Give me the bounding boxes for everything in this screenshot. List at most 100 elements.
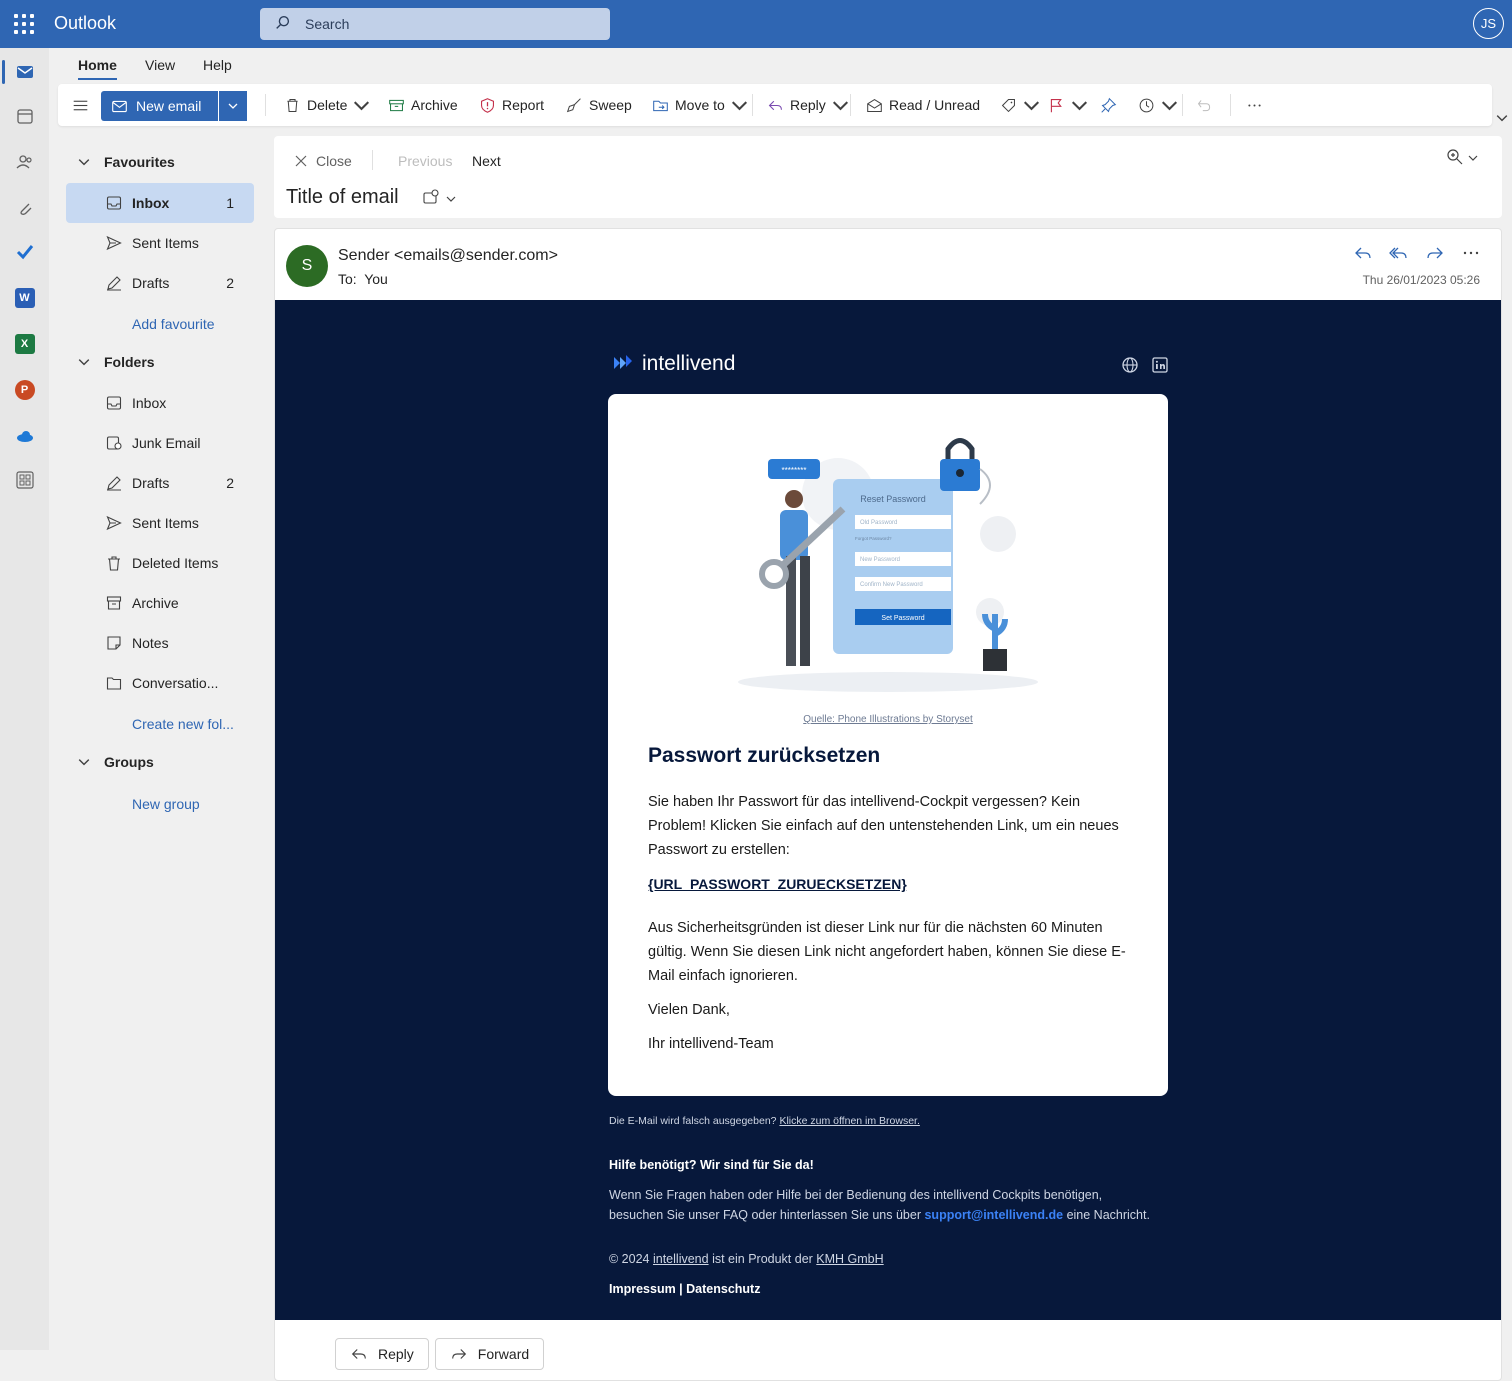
chevron-down-icon[interactable] <box>446 194 456 204</box>
unread-count: 1 <box>226 195 234 211</box>
sidebar-item-drafts[interactable]: Drafts 2 <box>66 463 254 503</box>
excel-icon[interactable]: X <box>0 324 49 364</box>
create-new-folder-link[interactable]: Create new fol... <box>132 716 234 732</box>
sidebar-item-deleted-items[interactable]: Deleted Items <box>66 543 254 583</box>
folder-label: Drafts <box>132 275 170 291</box>
summary-icon[interactable] <box>422 188 440 206</box>
brand-logo-icon <box>614 355 632 369</box>
onedrive-icon[interactable] <box>0 416 49 456</box>
pencil-icon <box>107 276 121 291</box>
sidebar-item-drafts[interactable]: Drafts 2 <box>66 263 254 303</box>
chevron-down-icon[interactable] <box>1468 153 1478 163</box>
sidebar-item-inbox[interactable]: Inbox 1 <box>66 183 254 223</box>
open-in-browser-link[interactable]: Klicke zum öffnen im Browser. <box>779 1115 919 1127</box>
chevron-down-icon[interactable] <box>353 97 370 114</box>
archive-icon <box>389 99 404 111</box>
app-launcher-icon[interactable] <box>14 14 34 34</box>
sidebar-item-junk-email[interactable]: Junk Email <box>66 423 254 463</box>
search-box[interactable]: Search <box>260 8 610 40</box>
company-link[interactable]: KMH GmbH <box>816 1252 883 1266</box>
brand-logo[interactable]: intellivend <box>612 352 735 376</box>
zoom-icon[interactable] <box>1446 148 1464 166</box>
tab-home[interactable]: Home <box>78 57 117 80</box>
hamburger-icon[interactable] <box>72 92 89 118</box>
todo-icon[interactable] <box>0 232 49 272</box>
pin-icon <box>1101 97 1117 113</box>
more-options-icon[interactable] <box>1246 92 1263 118</box>
reset-password-link[interactable]: {URL_PASSWORT_ZURUECKSETZEN} <box>648 876 907 892</box>
pin-button[interactable] <box>1100 92 1117 118</box>
intellivend-link[interactable]: intellivend <box>653 1252 709 1266</box>
image-credit-link[interactable]: Quelle: Phone Illustrations by Storyset <box>608 714 1168 725</box>
groups-header[interactable]: Groups <box>78 754 154 770</box>
legal-links-text[interactable]: Impressum | Datenschutz <box>609 1282 760 1296</box>
snooze-button[interactable] <box>1138 92 1178 118</box>
search-input[interactable]: Search <box>305 16 349 32</box>
read-unread-button[interactable]: Read / Unread <box>866 92 980 118</box>
chevron-down-icon[interactable] <box>1071 97 1088 114</box>
word-icon[interactable]: W <box>0 278 49 318</box>
sidebar-item-sent-items[interactable]: Sent Items <box>66 503 254 543</box>
sweep-button[interactable]: Sweep <box>566 92 632 118</box>
globe-icon[interactable] <box>1121 356 1139 374</box>
broom-icon <box>566 97 581 112</box>
reply-bottom-button[interactable]: Reply <box>335 1338 429 1370</box>
trash-icon <box>287 98 298 112</box>
folder-label: Conversatio... <box>132 675 219 691</box>
received-date: Thu 26/01/2023 05:26 <box>1362 273 1480 287</box>
chevron-down-icon[interactable] <box>1023 97 1040 114</box>
reply-all-icon[interactable] <box>1389 243 1409 263</box>
more-options-icon[interactable] <box>1461 243 1481 263</box>
browser-view-prefix: Die E-Mail wird falsch ausgegeben? <box>609 1115 777 1127</box>
tab-view[interactable]: View <box>145 57 175 73</box>
sender-name[interactable]: Sender <emails@sender.com> <box>338 247 558 265</box>
reply-icon[interactable] <box>1353 243 1373 263</box>
attachment-icon[interactable] <box>0 188 49 228</box>
ribbon-collapse-chevron-icon[interactable] <box>1496 112 1508 124</box>
email-card: Reset Password Old Password Forgot Passw… <box>608 394 1168 1096</box>
divider <box>372 150 373 170</box>
reply-button[interactable]: Reply <box>767 92 849 118</box>
delete-button[interactable]: Delete <box>284 92 370 118</box>
sidebar-item-notes[interactable]: Notes <box>66 623 254 663</box>
recipient-name[interactable]: You <box>364 271 388 287</box>
flag-button[interactable] <box>1048 92 1088 118</box>
chevron-down-icon[interactable] <box>731 97 748 114</box>
forward-icon[interactable] <box>1425 243 1445 263</box>
more-apps-icon[interactable] <box>0 460 49 500</box>
move-to-button[interactable]: Move to <box>652 92 748 118</box>
previous-button[interactable]: Previous <box>398 153 452 169</box>
linkedin-icon[interactable] <box>1151 356 1169 374</box>
calendar-icon[interactable] <box>0 96 49 136</box>
new-email-dropdown[interactable] <box>218 91 247 121</box>
folders-header[interactable]: Folders <box>78 354 155 370</box>
people-icon[interactable] <box>0 142 49 182</box>
next-button[interactable]: Next <box>472 153 501 169</box>
sender-avatar[interactable]: S <box>286 245 328 287</box>
close-button[interactable]: Close <box>294 153 352 169</box>
forward-bottom-button[interactable]: Forward <box>434 1338 545 1370</box>
sidebar-item-archive[interactable]: Archive <box>66 583 254 623</box>
new-group-link[interactable]: New group <box>132 796 200 812</box>
add-favourite-link[interactable]: Add favourite <box>132 316 215 332</box>
sidebar-item-inbox[interactable]: Inbox <box>66 383 254 423</box>
archive-button[interactable]: Archive <box>388 92 458 118</box>
undo-button[interactable] <box>1196 92 1213 118</box>
pencil-icon <box>107 476 121 491</box>
powerpoint-icon[interactable]: P <box>0 370 49 410</box>
report-button[interactable]: Report <box>479 92 544 118</box>
app-title[interactable]: Outlook <box>54 13 116 34</box>
sidebar-item-sent-items[interactable]: Sent Items <box>66 223 254 263</box>
categorize-button[interactable] <box>1000 92 1040 118</box>
folder-label: Sent Items <box>132 235 199 251</box>
sidebar-item-conversation-history[interactable]: Conversatio... <box>66 663 254 703</box>
support-email-link[interactable]: support@intellivend.de <box>924 1208 1063 1222</box>
chevron-down-icon[interactable] <box>1161 97 1178 114</box>
illustration-field-old: Old Password <box>860 520 897 526</box>
mail-icon[interactable] <box>0 52 49 92</box>
favourites-header[interactable]: Favourites <box>78 154 175 170</box>
chevron-down-icon[interactable] <box>832 97 849 114</box>
tab-help[interactable]: Help <box>203 57 232 73</box>
divider <box>850 94 851 116</box>
account-avatar[interactable]: JS <box>1473 8 1504 39</box>
